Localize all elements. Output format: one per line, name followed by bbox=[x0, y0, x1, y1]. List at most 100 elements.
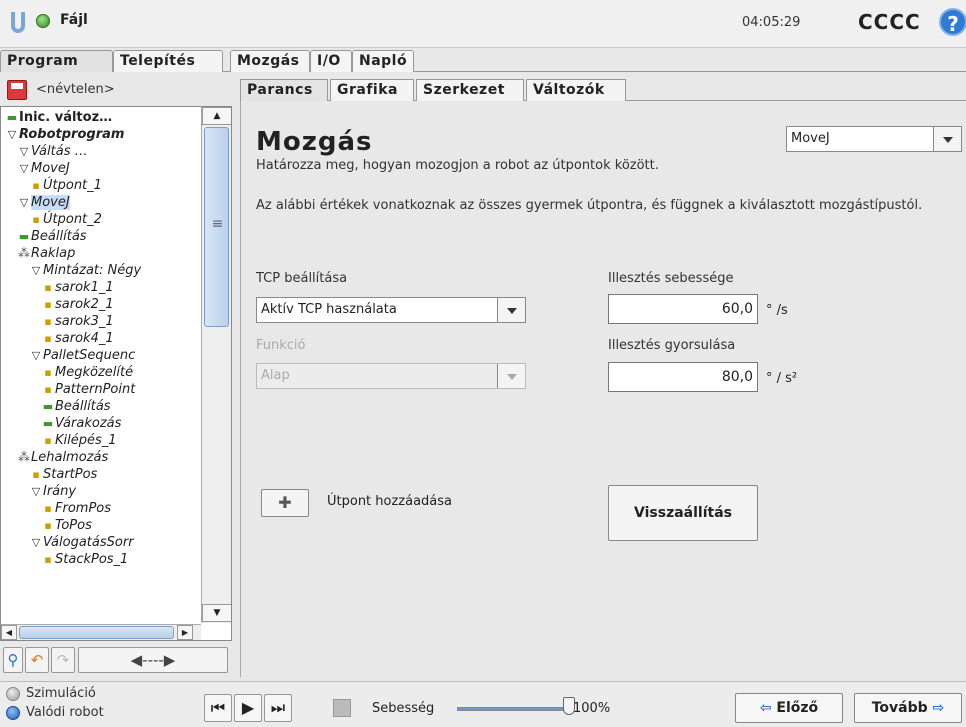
expand-triangle-icon[interactable]: ▽ bbox=[5, 126, 19, 143]
help-icon[interactable]: ? bbox=[939, 8, 966, 36]
tree-node[interactable]: ▽ Irány bbox=[29, 483, 76, 500]
search-icon[interactable]: ⚲ bbox=[3, 647, 23, 673]
tree-horizontal-scrollbar[interactable]: ◀ ▶ bbox=[1, 624, 201, 640]
next-button[interactable]: Tovább ⇨ bbox=[854, 693, 962, 723]
tree-node[interactable]: ▽ Váltás … bbox=[17, 143, 88, 160]
waypoint-icon: ▪ bbox=[32, 213, 40, 226]
play-icon[interactable]: ▶ bbox=[234, 694, 262, 722]
move-node-icon[interactable]: ◀----▶ bbox=[78, 647, 228, 673]
scroll-thumb[interactable] bbox=[204, 127, 230, 327]
tree-node[interactable]: ▽ Mintázat: Négy bbox=[29, 262, 141, 279]
tree-node[interactable]: ▪ StackPos_1 bbox=[41, 551, 128, 568]
tree-vertical-scrollbar[interactable]: ▲ ▼ bbox=[201, 107, 231, 623]
undo-icon[interactable]: ↶ bbox=[25, 647, 49, 673]
speed-label: Sebesség bbox=[372, 701, 435, 716]
tree-node[interactable]: ⁂Lehalmozás bbox=[17, 449, 108, 466]
tab-program[interactable]: Program bbox=[0, 50, 113, 72]
tcp-select[interactable]: Aktív TCP használata bbox=[256, 297, 526, 323]
expand-triangle-icon[interactable]: ▽ bbox=[29, 534, 43, 551]
expand-triangle-icon[interactable]: ▽ bbox=[17, 194, 31, 211]
move-type-select[interactable]: MoveJ bbox=[786, 126, 962, 152]
program-name: <névtelen> bbox=[36, 82, 115, 97]
step-icon[interactable]: ⏭ bbox=[264, 694, 292, 722]
tree-node[interactable]: ▽ Robotprogram bbox=[5, 126, 125, 143]
joint-accel-input[interactable]: 80,0 bbox=[608, 362, 758, 392]
main-tabs: Program Telepítés Mozgás I/O Napló bbox=[0, 50, 966, 72]
tree-node[interactable]: ▽ VálogatásSorr bbox=[29, 534, 134, 551]
joint-speed-input[interactable]: 60,0 bbox=[608, 294, 758, 324]
waypoint-icon: ▪ bbox=[32, 179, 40, 192]
save-icon[interactable] bbox=[7, 80, 27, 100]
tree-node[interactable]: ⁂Raklap bbox=[17, 245, 75, 262]
command-icon: ▬ bbox=[42, 400, 54, 413]
h-scroll-thumb[interactable] bbox=[19, 626, 174, 639]
scroll-right-icon[interactable]: ▶ bbox=[177, 625, 193, 640]
expand-triangle-icon[interactable]: ▽ bbox=[17, 143, 31, 160]
tree-node-label: MoveJ bbox=[31, 195, 70, 210]
real-robot-label[interactable]: Valódi robot bbox=[26, 705, 104, 720]
scroll-down-icon[interactable]: ▼ bbox=[202, 604, 231, 622]
tree-node[interactable]: ▪ sarok2_1 bbox=[41, 296, 113, 313]
tree-node[interactable]: ▬ Várakozás bbox=[41, 415, 122, 432]
add-waypoint-button[interactable]: ✚ bbox=[261, 489, 309, 517]
file-status-icon[interactable] bbox=[36, 14, 50, 28]
tree-node-label: PatternPoint bbox=[55, 382, 136, 397]
tab-graphics[interactable]: Grafika bbox=[330, 79, 414, 101]
note: Az alábbi értékek vonatkoznak az összes … bbox=[256, 198, 923, 213]
skip-back-icon[interactable]: ⏮ bbox=[204, 694, 232, 722]
expand-triangle-icon[interactable]: ▽ bbox=[29, 483, 43, 500]
tree-node[interactable]: ▪ sarok3_1 bbox=[41, 313, 113, 330]
speed-slider-fill bbox=[458, 708, 566, 710]
waypoint-icon: ▪ bbox=[44, 434, 52, 447]
tree-node-label: Útpont_1 bbox=[43, 178, 102, 193]
previous-button[interactable]: ⇦ Előző bbox=[735, 693, 843, 723]
waypoint-icon: ▪ bbox=[44, 553, 52, 566]
tree-node-label: sarok1_1 bbox=[55, 280, 114, 295]
tree-node[interactable]: ▬ Beállítás bbox=[41, 398, 111, 415]
tree-node[interactable]: ▪ StartPos bbox=[29, 466, 97, 483]
redo-icon[interactable]: ↷ bbox=[51, 647, 75, 673]
tab-log[interactable]: Napló bbox=[352, 50, 414, 72]
tab-variables[interactable]: Változók bbox=[526, 79, 626, 101]
speed-slider[interactable] bbox=[457, 707, 567, 711]
expand-triangle-icon[interactable]: ▽ bbox=[17, 160, 31, 177]
tab-command[interactable]: Parancs bbox=[240, 79, 328, 101]
tree-node[interactable]: ▪ Megközelíté bbox=[41, 364, 133, 381]
real-robot-radio-icon[interactable] bbox=[6, 706, 20, 720]
scroll-left-icon[interactable]: ◀ bbox=[1, 625, 17, 640]
expand-triangle-icon[interactable]: ▽ bbox=[29, 262, 43, 279]
reset-button[interactable]: Visszaállítás bbox=[608, 485, 758, 541]
feature-select[interactable]: Alap bbox=[256, 363, 526, 389]
tab-installation[interactable]: Telepítés bbox=[113, 50, 223, 72]
chevron-down-icon[interactable] bbox=[497, 298, 525, 322]
description: Határozza meg, hogyan mozogjon a robot a… bbox=[256, 158, 659, 173]
simulation-label[interactable]: Szimuláció bbox=[26, 686, 96, 701]
file-menu[interactable]: Fájl bbox=[60, 12, 88, 28]
chevron-down-icon[interactable] bbox=[933, 127, 961, 151]
tree-node[interactable]: ▪ PatternPoint bbox=[41, 381, 135, 398]
tab-structure[interactable]: Szerkezet bbox=[416, 79, 524, 101]
simulation-radio-icon[interactable] bbox=[6, 687, 20, 701]
expand-triangle-icon[interactable]: ▽ bbox=[29, 347, 43, 364]
waypoint-icon: ▪ bbox=[44, 502, 52, 515]
tree-node[interactable]: ▽ PalletSequenc bbox=[29, 347, 136, 364]
chevron-down-icon[interactable] bbox=[497, 364, 525, 388]
tree-node[interactable]: ▪ Útpont_1 bbox=[29, 177, 102, 194]
tree-node-label: Raklap bbox=[31, 246, 76, 261]
tree-node[interactable]: ▬ Inic. változ… bbox=[5, 109, 112, 126]
tree-node[interactable]: ▬ Beállítás bbox=[17, 228, 87, 245]
tree-node[interactable]: ▪ Kilépés_1 bbox=[41, 432, 116, 449]
tab-io[interactable]: I/O bbox=[310, 50, 352, 72]
stop-icon[interactable] bbox=[333, 699, 351, 717]
tab-move[interactable]: Mozgás bbox=[230, 50, 310, 72]
tree-node[interactable]: ▪ sarok1_1 bbox=[41, 279, 114, 296]
tcp-label: TCP beállítása bbox=[256, 271, 348, 286]
tree-node[interactable]: ▪ sarok4_1 bbox=[41, 330, 113, 347]
tree-node[interactable]: ▽ MoveJ bbox=[17, 160, 70, 177]
tree-node[interactable]: ▪ FromPos bbox=[41, 500, 111, 517]
scroll-up-icon[interactable]: ▲ bbox=[202, 107, 231, 125]
tree-node[interactable]: ▪ Útpont_2 bbox=[29, 211, 102, 228]
tree-node-label: Mintázat: Négy bbox=[43, 263, 142, 278]
tree-node[interactable]: ▪ ToPos bbox=[41, 517, 92, 534]
tree-node[interactable]: ▽ MoveJ bbox=[17, 194, 70, 211]
